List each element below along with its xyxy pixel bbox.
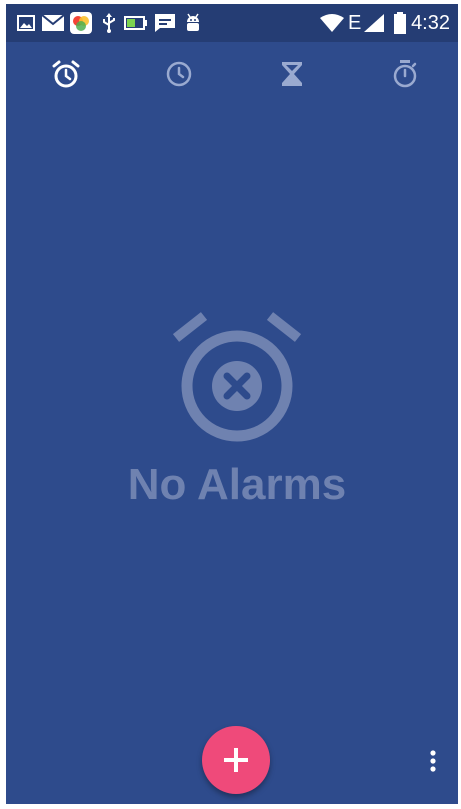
usb-icon — [100, 13, 118, 33]
battery-icon — [394, 12, 406, 34]
alarm-off-icon — [172, 312, 302, 442]
stopwatch-icon — [393, 60, 417, 88]
status-time: 4:32 — [411, 12, 450, 34]
image-icon — [16, 13, 36, 33]
more-vert-icon — [430, 750, 436, 772]
alarm-screen: E 4:32 No Alarms — [6, 4, 458, 804]
battery-charging-icon — [124, 13, 148, 33]
wifi-icon — [320, 13, 344, 33]
plus-icon — [224, 748, 248, 772]
tab-clock[interactable] — [159, 54, 199, 94]
tab-bar — [6, 42, 458, 106]
tab-stopwatch[interactable] — [385, 54, 425, 94]
status-bar: E 4:32 — [6, 4, 458, 42]
tab-alarm[interactable] — [46, 54, 86, 94]
alarm-clock-icon — [52, 60, 80, 88]
clock-icon — [166, 61, 192, 87]
add-alarm-button[interactable] — [202, 726, 270, 794]
network-type-label: E — [348, 12, 362, 34]
hourglass-icon — [282, 62, 302, 86]
more-options-button[interactable] — [418, 744, 448, 778]
app-icon — [70, 12, 92, 34]
signal-icon — [364, 13, 384, 33]
tab-timer[interactable] — [272, 54, 312, 94]
empty-state: No Alarms — [6, 304, 458, 524]
android-debug-icon — [184, 13, 202, 33]
chat-icon — [154, 13, 176, 33]
mail-icon — [42, 13, 64, 33]
empty-state-message: No Alarms — [127, 460, 347, 509]
